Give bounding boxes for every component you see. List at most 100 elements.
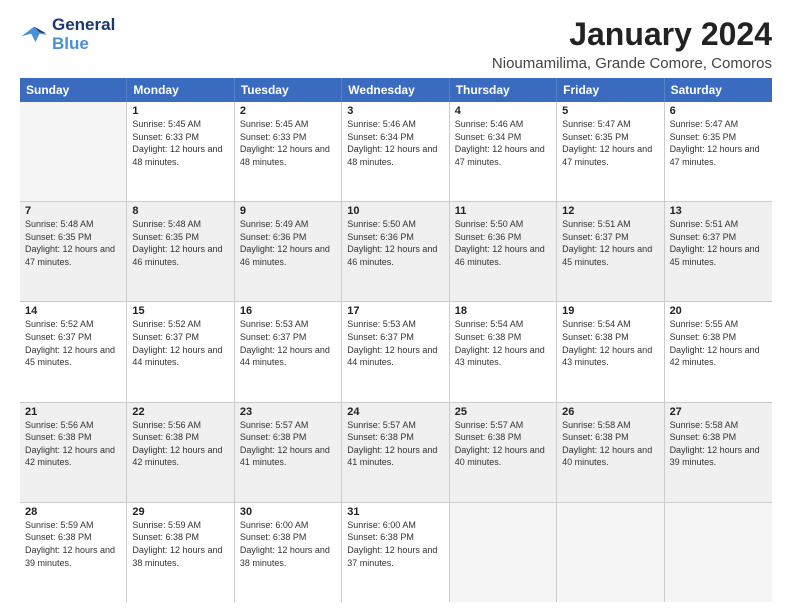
col-monday: Monday bbox=[127, 78, 234, 102]
logo-icon bbox=[20, 21, 48, 49]
calendar-cell: 9Sunrise: 5:49 AMSunset: 6:36 PMDaylight… bbox=[235, 202, 342, 301]
day-number: 15 bbox=[132, 305, 228, 317]
day-info: Sunrise: 5:50 AMSunset: 6:36 PMDaylight:… bbox=[347, 218, 443, 268]
calendar-cell: 10Sunrise: 5:50 AMSunset: 6:36 PMDayligh… bbox=[342, 202, 449, 301]
subtitle: Nioumamilima, Grande Comore, Comoros bbox=[492, 55, 772, 72]
calendar-cell: 2Sunrise: 5:45 AMSunset: 6:33 PMDaylight… bbox=[235, 102, 342, 201]
day-info: Sunrise: 5:51 AMSunset: 6:37 PMDaylight:… bbox=[670, 218, 767, 268]
day-info: Sunrise: 6:00 AMSunset: 6:38 PMDaylight:… bbox=[347, 519, 443, 569]
calendar-header: Sunday Monday Tuesday Wednesday Thursday… bbox=[20, 78, 772, 102]
day-info: Sunrise: 5:54 AMSunset: 6:38 PMDaylight:… bbox=[562, 318, 658, 368]
header: General Blue January 2024 Nioumamilima, … bbox=[20, 16, 772, 72]
calendar-cell: 23Sunrise: 5:57 AMSunset: 6:38 PMDayligh… bbox=[235, 403, 342, 502]
day-info: Sunrise: 5:48 AMSunset: 6:35 PMDaylight:… bbox=[25, 218, 121, 268]
calendar-cell: 15Sunrise: 5:52 AMSunset: 6:37 PMDayligh… bbox=[127, 302, 234, 401]
day-number: 28 bbox=[25, 506, 121, 518]
calendar-cell: 11Sunrise: 5:50 AMSunset: 6:36 PMDayligh… bbox=[450, 202, 557, 301]
day-info: Sunrise: 5:58 AMSunset: 6:38 PMDaylight:… bbox=[562, 419, 658, 469]
day-number: 1 bbox=[132, 105, 228, 117]
day-number: 22 bbox=[132, 406, 228, 418]
day-number: 12 bbox=[562, 205, 658, 217]
calendar-week-3: 21Sunrise: 5:56 AMSunset: 6:38 PMDayligh… bbox=[20, 403, 772, 503]
day-info: Sunrise: 5:51 AMSunset: 6:37 PMDaylight:… bbox=[562, 218, 658, 268]
calendar-cell: 22Sunrise: 5:56 AMSunset: 6:38 PMDayligh… bbox=[127, 403, 234, 502]
day-info: Sunrise: 5:54 AMSunset: 6:38 PMDaylight:… bbox=[455, 318, 551, 368]
calendar-cell: 18Sunrise: 5:54 AMSunset: 6:38 PMDayligh… bbox=[450, 302, 557, 401]
day-info: Sunrise: 5:48 AMSunset: 6:35 PMDaylight:… bbox=[132, 218, 228, 268]
calendar-cell: 14Sunrise: 5:52 AMSunset: 6:37 PMDayligh… bbox=[20, 302, 127, 401]
calendar-cell: 26Sunrise: 5:58 AMSunset: 6:38 PMDayligh… bbox=[557, 403, 664, 502]
calendar-cell: 20Sunrise: 5:55 AMSunset: 6:38 PMDayligh… bbox=[665, 302, 772, 401]
calendar-cell: 28Sunrise: 5:59 AMSunset: 6:38 PMDayligh… bbox=[20, 503, 127, 602]
calendar-cell: 27Sunrise: 5:58 AMSunset: 6:38 PMDayligh… bbox=[665, 403, 772, 502]
col-sunday: Sunday bbox=[20, 78, 127, 102]
calendar-week-0: 1Sunrise: 5:45 AMSunset: 6:33 PMDaylight… bbox=[20, 102, 772, 202]
day-info: Sunrise: 5:45 AMSunset: 6:33 PMDaylight:… bbox=[240, 118, 336, 168]
calendar-cell bbox=[665, 503, 772, 602]
day-number: 26 bbox=[562, 406, 658, 418]
day-number: 29 bbox=[132, 506, 228, 518]
day-number: 17 bbox=[347, 305, 443, 317]
calendar-cell: 19Sunrise: 5:54 AMSunset: 6:38 PMDayligh… bbox=[557, 302, 664, 401]
day-number: 31 bbox=[347, 506, 443, 518]
main-title: January 2024 bbox=[492, 16, 772, 53]
calendar-cell: 5Sunrise: 5:47 AMSunset: 6:35 PMDaylight… bbox=[557, 102, 664, 201]
day-number: 21 bbox=[25, 406, 121, 418]
logo: General Blue bbox=[20, 16, 115, 53]
day-info: Sunrise: 5:46 AMSunset: 6:34 PMDaylight:… bbox=[455, 118, 551, 168]
calendar-cell bbox=[557, 503, 664, 602]
day-number: 18 bbox=[455, 305, 551, 317]
calendar-cell bbox=[450, 503, 557, 602]
col-tuesday: Tuesday bbox=[235, 78, 342, 102]
day-info: Sunrise: 5:47 AMSunset: 6:35 PMDaylight:… bbox=[562, 118, 658, 168]
day-number: 5 bbox=[562, 105, 658, 117]
title-block: January 2024 Nioumamilima, Grande Comore… bbox=[492, 16, 772, 72]
col-saturday: Saturday bbox=[665, 78, 772, 102]
day-info: Sunrise: 5:58 AMSunset: 6:38 PMDaylight:… bbox=[670, 419, 767, 469]
day-info: Sunrise: 5:53 AMSunset: 6:37 PMDaylight:… bbox=[240, 318, 336, 368]
day-info: Sunrise: 5:55 AMSunset: 6:38 PMDaylight:… bbox=[670, 318, 767, 368]
day-info: Sunrise: 5:45 AMSunset: 6:33 PMDaylight:… bbox=[132, 118, 228, 168]
col-wednesday: Wednesday bbox=[342, 78, 449, 102]
page: General Blue January 2024 Nioumamilima, … bbox=[0, 0, 792, 612]
calendar-cell: 1Sunrise: 5:45 AMSunset: 6:33 PMDaylight… bbox=[127, 102, 234, 201]
day-info: Sunrise: 6:00 AMSunset: 6:38 PMDaylight:… bbox=[240, 519, 336, 569]
day-info: Sunrise: 5:57 AMSunset: 6:38 PMDaylight:… bbox=[455, 419, 551, 469]
day-number: 6 bbox=[670, 105, 767, 117]
calendar-cell: 3Sunrise: 5:46 AMSunset: 6:34 PMDaylight… bbox=[342, 102, 449, 201]
day-number: 4 bbox=[455, 105, 551, 117]
day-number: 23 bbox=[240, 406, 336, 418]
calendar-cell bbox=[20, 102, 127, 201]
calendar-cell: 24Sunrise: 5:57 AMSunset: 6:38 PMDayligh… bbox=[342, 403, 449, 502]
day-info: Sunrise: 5:59 AMSunset: 6:38 PMDaylight:… bbox=[132, 519, 228, 569]
day-number: 20 bbox=[670, 305, 767, 317]
day-info: Sunrise: 5:56 AMSunset: 6:38 PMDaylight:… bbox=[25, 419, 121, 469]
calendar-cell: 16Sunrise: 5:53 AMSunset: 6:37 PMDayligh… bbox=[235, 302, 342, 401]
day-number: 3 bbox=[347, 105, 443, 117]
day-info: Sunrise: 5:52 AMSunset: 6:37 PMDaylight:… bbox=[25, 318, 121, 368]
day-number: 25 bbox=[455, 406, 551, 418]
day-number: 30 bbox=[240, 506, 336, 518]
calendar-cell: 12Sunrise: 5:51 AMSunset: 6:37 PMDayligh… bbox=[557, 202, 664, 301]
day-number: 13 bbox=[670, 205, 767, 217]
calendar-cell: 7Sunrise: 5:48 AMSunset: 6:35 PMDaylight… bbox=[20, 202, 127, 301]
day-number: 8 bbox=[132, 205, 228, 217]
calendar-cell: 31Sunrise: 6:00 AMSunset: 6:38 PMDayligh… bbox=[342, 503, 449, 602]
day-number: 2 bbox=[240, 105, 336, 117]
calendar-week-1: 7Sunrise: 5:48 AMSunset: 6:35 PMDaylight… bbox=[20, 202, 772, 302]
day-info: Sunrise: 5:49 AMSunset: 6:36 PMDaylight:… bbox=[240, 218, 336, 268]
calendar-cell: 25Sunrise: 5:57 AMSunset: 6:38 PMDayligh… bbox=[450, 403, 557, 502]
logo-text: General Blue bbox=[52, 16, 115, 53]
day-info: Sunrise: 5:57 AMSunset: 6:38 PMDaylight:… bbox=[347, 419, 443, 469]
day-number: 24 bbox=[347, 406, 443, 418]
calendar-body: 1Sunrise: 5:45 AMSunset: 6:33 PMDaylight… bbox=[20, 102, 772, 602]
day-number: 10 bbox=[347, 205, 443, 217]
day-info: Sunrise: 5:47 AMSunset: 6:35 PMDaylight:… bbox=[670, 118, 767, 168]
calendar-cell: 6Sunrise: 5:47 AMSunset: 6:35 PMDaylight… bbox=[665, 102, 772, 201]
col-friday: Friday bbox=[557, 78, 664, 102]
day-info: Sunrise: 5:57 AMSunset: 6:38 PMDaylight:… bbox=[240, 419, 336, 469]
calendar-cell: 4Sunrise: 5:46 AMSunset: 6:34 PMDaylight… bbox=[450, 102, 557, 201]
calendar-cell: 13Sunrise: 5:51 AMSunset: 6:37 PMDayligh… bbox=[665, 202, 772, 301]
calendar-cell: 21Sunrise: 5:56 AMSunset: 6:38 PMDayligh… bbox=[20, 403, 127, 502]
calendar-cell: 8Sunrise: 5:48 AMSunset: 6:35 PMDaylight… bbox=[127, 202, 234, 301]
